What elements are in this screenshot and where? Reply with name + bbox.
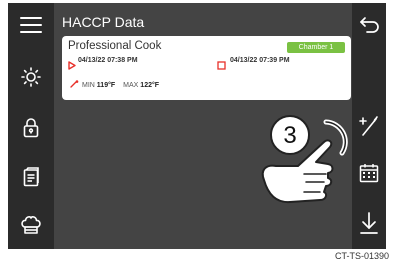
left-sidebar <box>8 3 54 249</box>
max-label: MAX <box>123 82 139 89</box>
probe-temperature-range: MIN 119°F MAX 122°F <box>70 80 159 90</box>
menu-icon[interactable] <box>20 16 42 34</box>
start-marker-icon <box>68 57 76 75</box>
stop-marker-icon <box>217 57 226 75</box>
right-sidebar <box>352 3 386 249</box>
recipe-name: Professional Cook <box>68 40 162 52</box>
min-label: MIN <box>82 82 95 89</box>
chamber-badge: Chamber 1 <box>287 42 345 53</box>
end-timestamp: 04/13/22 07:39 PM <box>230 57 290 64</box>
page-title: HACCP Data <box>62 14 145 30</box>
lock-icon[interactable] <box>23 118 39 138</box>
figure-reference-code: CT-TS-01390 <box>334 251 389 261</box>
brightness-icon[interactable] <box>21 67 41 87</box>
step-number-badge: 3 <box>270 115 310 155</box>
magic-wand-icon[interactable] <box>358 115 380 137</box>
calendar-icon[interactable] <box>359 163 379 183</box>
start-timestamp: 04/13/22 07:38 PM <box>78 57 138 64</box>
download-icon[interactable] <box>360 211 378 235</box>
min-value: 119°F <box>96 82 116 89</box>
max-value: 122°F <box>140 82 160 89</box>
chef-hat-icon[interactable] <box>20 215 42 235</box>
haccp-record-card[interactable]: Professional Cook Chamber 1 04/13/22 07:… <box>62 36 351 100</box>
recipe-book-icon[interactable] <box>23 167 39 187</box>
probe-icon <box>70 80 79 90</box>
back-arrow-icon[interactable] <box>359 16 381 34</box>
